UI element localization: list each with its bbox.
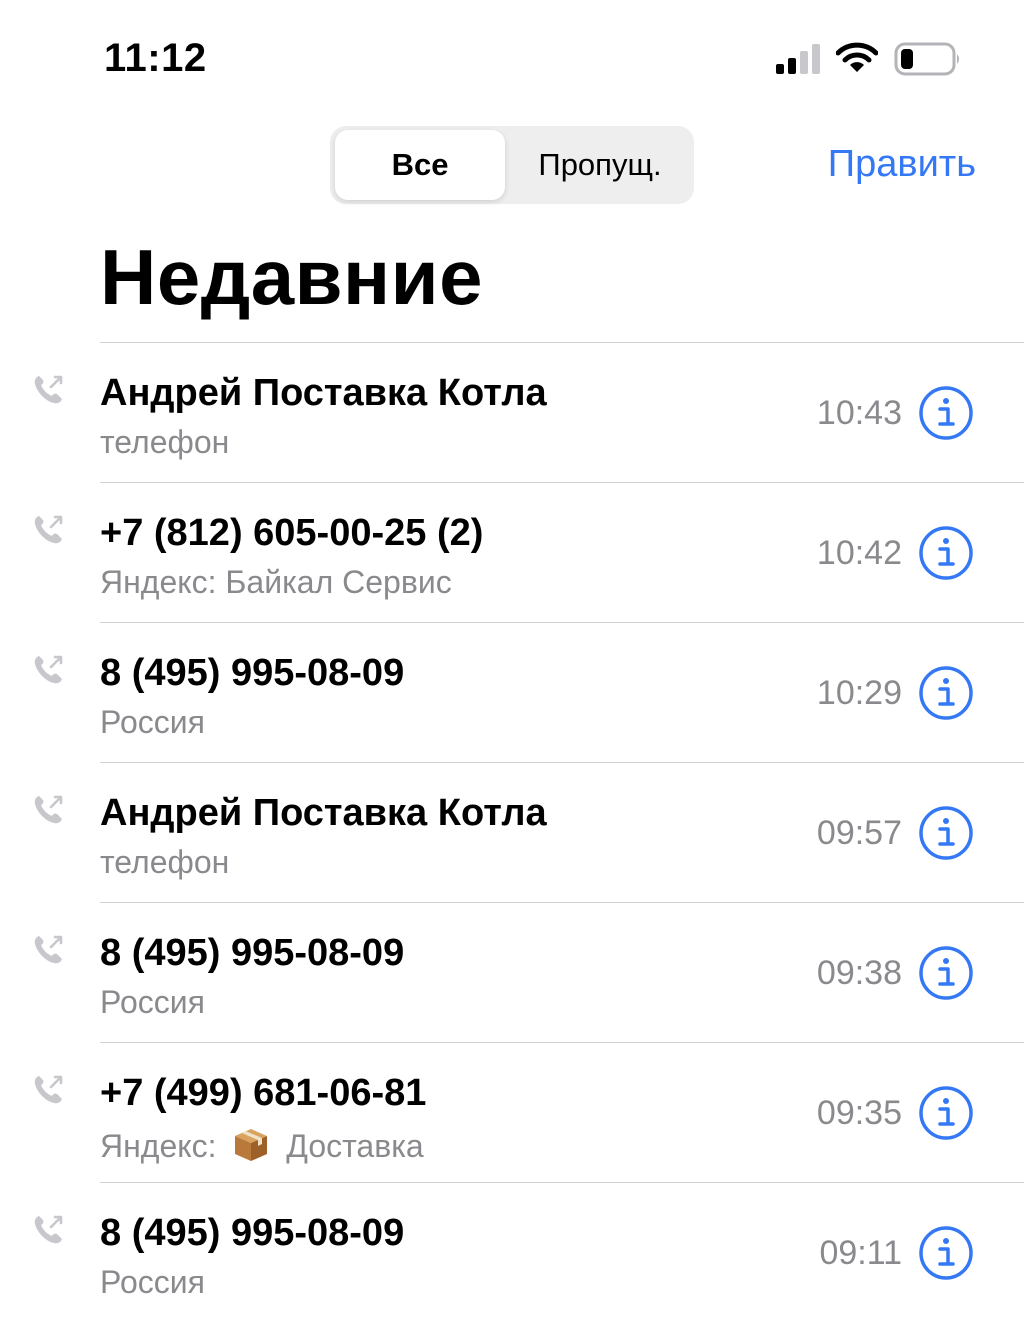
- call-contact-name: 8 (495) 995-08-09: [100, 932, 405, 974]
- outgoing-call-icon: [34, 655, 63, 684]
- info-icon[interactable]: [918, 1225, 974, 1281]
- call-label: Россия: [100, 984, 205, 1020]
- call-label: Яндекс: Байкал Сервис: [100, 564, 452, 600]
- package-emoji-icon: [235, 1129, 268, 1161]
- call-label: телефон: [100, 844, 230, 880]
- page-title: Недавние: [100, 233, 483, 321]
- calls-filter-segmented-control: Все Пропущ.: [330, 126, 694, 204]
- info-icon[interactable]: [918, 1085, 974, 1141]
- outgoing-call-icon: [34, 1075, 63, 1104]
- info-icon[interactable]: [918, 385, 974, 441]
- call-contact-name: 8 (495) 995-08-09: [100, 652, 405, 694]
- outgoing-call-icon: [34, 935, 63, 964]
- battery-low-icon: [894, 42, 959, 76]
- call-row[interactable]: 8 (495) 995-08-09 Россия 09:38: [0, 902, 1024, 1042]
- status-time: 11:12: [104, 36, 207, 80]
- call-time: 10:29: [816, 674, 902, 712]
- call-time: 09:11: [819, 1234, 902, 1272]
- call-row[interactable]: Андрей Поставка Котла телефон 10:43: [0, 342, 1024, 482]
- call-row[interactable]: Андрей Поставка Котла телефон 09:57: [0, 762, 1024, 902]
- outgoing-call-icon: [34, 1215, 63, 1244]
- call-contact-name: Андрей Поставка Котла: [100, 372, 547, 414]
- wifi-icon: [836, 42, 878, 72]
- info-icon[interactable]: [918, 665, 974, 721]
- call-time: 09:35: [816, 1094, 902, 1132]
- call-row[interactable]: +7 (812) 605-00-25 (2) Яндекс: Байкал Се…: [0, 482, 1024, 622]
- call-label: Россия: [100, 1264, 205, 1300]
- call-time: 10:42: [816, 534, 902, 572]
- call-row[interactable]: 8 (495) 995-08-09 Россия 10:29: [0, 622, 1024, 762]
- call-label: Россия: [100, 704, 205, 740]
- info-icon[interactable]: [918, 945, 974, 1001]
- call-row[interactable]: 8 (495) 995-08-09 Россия 09:11: [0, 1182, 1024, 1322]
- status-bar: 11:12: [0, 0, 1024, 110]
- call-contact-name: +7 (499) 681-06-81: [100, 1072, 427, 1114]
- outgoing-call-icon: [34, 515, 63, 544]
- call-label-suffix: Доставка: [286, 1128, 424, 1164]
- call-label-prefix: Яндекс:: [100, 1128, 217, 1164]
- call-contact-name: +7 (812) 605-00-25 (2): [100, 512, 484, 554]
- segment-missed[interactable]: Пропущ.: [510, 130, 690, 200]
- call-label: Яндекс: Доставка: [100, 1124, 424, 1165]
- outgoing-call-icon: [34, 795, 63, 824]
- call-label: телефон: [100, 424, 230, 460]
- outgoing-call-icon: [34, 375, 63, 404]
- cellular-signal-icon: [776, 44, 820, 74]
- call-contact-name: Андрей Поставка Котла: [100, 792, 547, 834]
- info-icon[interactable]: [918, 525, 974, 581]
- call-row[interactable]: +7 (499) 681-06-81 Яндекс: Доставка 09:3…: [0, 1042, 1024, 1182]
- segment-all[interactable]: Все: [335, 130, 505, 200]
- info-icon[interactable]: [918, 805, 974, 861]
- call-time: 09:57: [816, 814, 902, 852]
- call-time: 10:43: [816, 394, 902, 432]
- edit-button[interactable]: Править: [828, 143, 976, 186]
- call-contact-name: 8 (495) 995-08-09: [100, 1212, 405, 1254]
- call-time: 09:38: [816, 954, 902, 992]
